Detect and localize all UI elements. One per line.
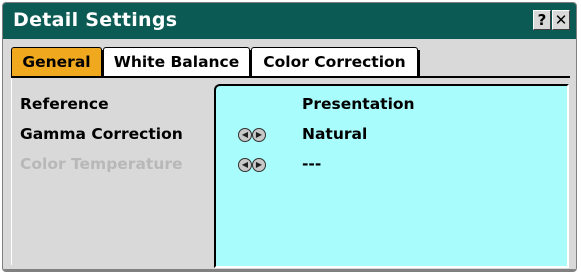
tab-divider [418,50,420,77]
tab-color-correction[interactable]: Color Correction [251,47,420,77]
settings-value-panel: Presentation ◀ ▶ Natural ◀ ▶ --- [214,84,569,268]
detail-settings-dialog: Detail Settings ? ✕ General White Balanc… [2,2,577,272]
left-arrow-icon: ◀ [238,158,252,172]
gamma-correction-label[interactable]: Gamma Correction [20,125,183,143]
tab-white-balance[interactable]: White Balance [103,47,252,77]
tab-general-label: General [22,53,91,71]
right-arrow-icon[interactable]: ▶ [252,128,266,142]
settings-label-column: Reference Gamma Correction Color Tempera… [11,78,213,265]
tab-white-balance-label: White Balance [113,53,240,71]
reference-value: Presentation [302,95,415,113]
close-button[interactable]: ✕ [552,10,570,30]
reference-label[interactable]: Reference [20,95,109,113]
gamma-correction-selector[interactable]: ◀ ▶ [238,128,268,144]
color-temperature-label: Color Temperature [20,155,183,173]
color-temperature-value: --- [302,155,322,173]
right-arrow-icon: ▶ [252,158,266,172]
dialog-title: Detail Settings [13,9,178,31]
left-arrow-icon[interactable]: ◀ [238,128,252,142]
color-temperature-selector: ◀ ▶ [238,158,268,174]
gamma-correction-value: Natural [302,125,368,143]
tab-color-correction-label: Color Correction [263,53,406,71]
title-bar: Detail Settings ? ✕ [3,3,576,39]
help-button[interactable]: ? [533,10,551,30]
bottom-border [3,269,576,271]
tab-general[interactable]: General [11,47,104,77]
